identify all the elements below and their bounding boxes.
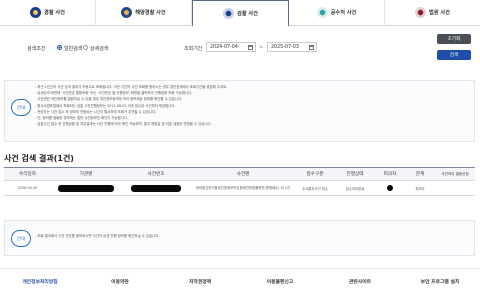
- footer-link-report[interactable]: 이용불편신고: [240, 278, 320, 285]
- table-header-row: 수리일자 기관명 사건번호 사건명 접수구분 진행상태 피의자 관계 사건처리 …: [4, 167, 475, 181]
- footer-link-terms[interactable]: 이용약관: [80, 278, 160, 285]
- cell-status: 접수처리완료: [335, 180, 375, 196]
- cell-date: 2026-04-30: [4, 180, 51, 196]
- calendar-icon[interactable]: [248, 45, 253, 50]
- column-header: 관계: [405, 167, 435, 181]
- coast-guard-emblem-icon: [121, 7, 133, 18]
- guide-badge: 안내: [11, 230, 31, 247]
- cell-reception: 수사통지사건 접수: [295, 180, 335, 196]
- tab-prosecution-case[interactable]: 검찰 사건: [192, 0, 289, 27]
- column-header: 수리일자: [4, 167, 51, 181]
- redacted-block: [58, 184, 114, 192]
- notice-box-bottom: 안내 - 조회 결과에서 사건 번호를 클릭하시면 사건의 상세 진행 정보를 …: [4, 220, 475, 256]
- column-header: 사건명: [191, 167, 295, 181]
- column-header: 접수구분: [295, 167, 335, 181]
- radio-detail-search[interactable]: [83, 45, 88, 50]
- notice-list: - 최근 1년간의 사건 검색 결과가 자동으로 조회됩니다. 이전 기간의 사…: [35, 84, 471, 127]
- cell-relation: 피의자: [405, 180, 435, 196]
- date-from-input[interactable]: 2024-07-04: [206, 42, 256, 52]
- cell-agency: [51, 180, 121, 196]
- search-condition-label: 검색조건: [27, 46, 46, 52]
- range-separator: ~: [259, 45, 264, 51]
- tab-label: 검찰 사건: [237, 10, 258, 17]
- prosecution-emblem-icon: [223, 7, 235, 19]
- tab-court-case[interactable]: 법원 사건: [385, 0, 480, 25]
- column-header: 진행상태: [335, 167, 375, 181]
- redacted-block: [131, 184, 181, 192]
- column-header: 기관명: [51, 167, 121, 181]
- table-row[interactable]: 2026-04-30 정보통신망이용촉진및정보보호등에관한법률위반(명예훼손) …: [4, 180, 475, 196]
- date-from-value: 2024-07-04: [210, 44, 238, 50]
- footer-links: 개인정보처리방침 이용약관 저작권정책 이용불편신고 관련사이트 보안 프로그램…: [0, 268, 480, 293]
- cell-case-number[interactable]: [121, 180, 191, 196]
- results-table: 수리일자 기관명 사건번호 사건명 접수구분 진행상태 피의자 관계 사건처리 …: [4, 167, 475, 196]
- detail-search-label[interactable]: 상세검색: [90, 45, 108, 52]
- column-header: 사건번호: [121, 167, 191, 181]
- tab-label: 해양경찰 사건: [135, 10, 166, 16]
- footer-link-related-sites[interactable]: 관련사이트: [320, 278, 400, 285]
- results-title: 사건 검색 결과(1건): [4, 154, 74, 163]
- notice-text: - 조회 결과에서 사건 번호를 클릭하시면 사건의 상세 진행 정보를 확인하…: [35, 234, 160, 238]
- column-header: 사건처리 열람신청: [435, 167, 475, 181]
- reset-button[interactable]: 초기화: [437, 34, 471, 44]
- calendar-icon[interactable]: [309, 45, 314, 50]
- guide-badge: 안내: [11, 99, 31, 116]
- cell-apply[interactable]: [435, 180, 475, 196]
- cell-suspect: [375, 180, 405, 196]
- notice-line: - 검찰사건 접수 후 진행상황 및 처분결과는 사건 진행에 따라 확인 가능…: [35, 122, 212, 127]
- police-emblem-icon: [30, 7, 42, 18]
- tab-label: 공수처 사건: [330, 10, 357, 16]
- cio-emblem-icon: [316, 7, 328, 18]
- date-to-input[interactable]: 2025-07-03: [267, 42, 317, 52]
- simple-search-label[interactable]: 일반검색: [64, 45, 82, 52]
- footer-link-security-install[interactable]: 보안 프로그램 설치: [400, 278, 480, 285]
- tab-cio-case[interactable]: 공수처 사건: [289, 0, 385, 25]
- tab-police-case[interactable]: 경찰 사건: [0, 0, 96, 25]
- footer-link-privacy[interactable]: 개인정보처리방침: [0, 278, 80, 285]
- footer-link-copyright[interactable]: 저작권정책: [160, 278, 240, 285]
- tab-label: 경찰 사건: [44, 10, 65, 16]
- notice-box: 안내 - 최근 1년간의 사건 검색 결과가 자동으로 조회됩니다. 이전 기간…: [4, 80, 475, 142]
- case-type-tabs: 경찰 사건 해양경찰 사건 검찰 사건 공수처 사건 법원 사건: [0, 0, 480, 27]
- search-panel: 검색조건 일반검색 상세검색 조회기간 2024-07-04 ~ 2025-07…: [0, 34, 480, 66]
- search-button[interactable]: 검색: [437, 50, 471, 60]
- tab-label: 법원 사건: [429, 10, 450, 16]
- court-emblem-icon: [415, 7, 427, 18]
- tab-coast-guard-case[interactable]: 해양경찰 사건: [96, 0, 192, 25]
- cell-case-name: 정보통신망이용촉진및정보보호등에관한법률위반(명예훼손) 외 1건: [191, 180, 295, 196]
- column-header: 피의자: [375, 167, 405, 181]
- redacted-dot: [387, 185, 393, 191]
- period-label: 조회기간: [184, 46, 203, 52]
- date-to-value: 2025-07-03: [271, 44, 299, 50]
- radio-simple-search[interactable]: [57, 45, 62, 50]
